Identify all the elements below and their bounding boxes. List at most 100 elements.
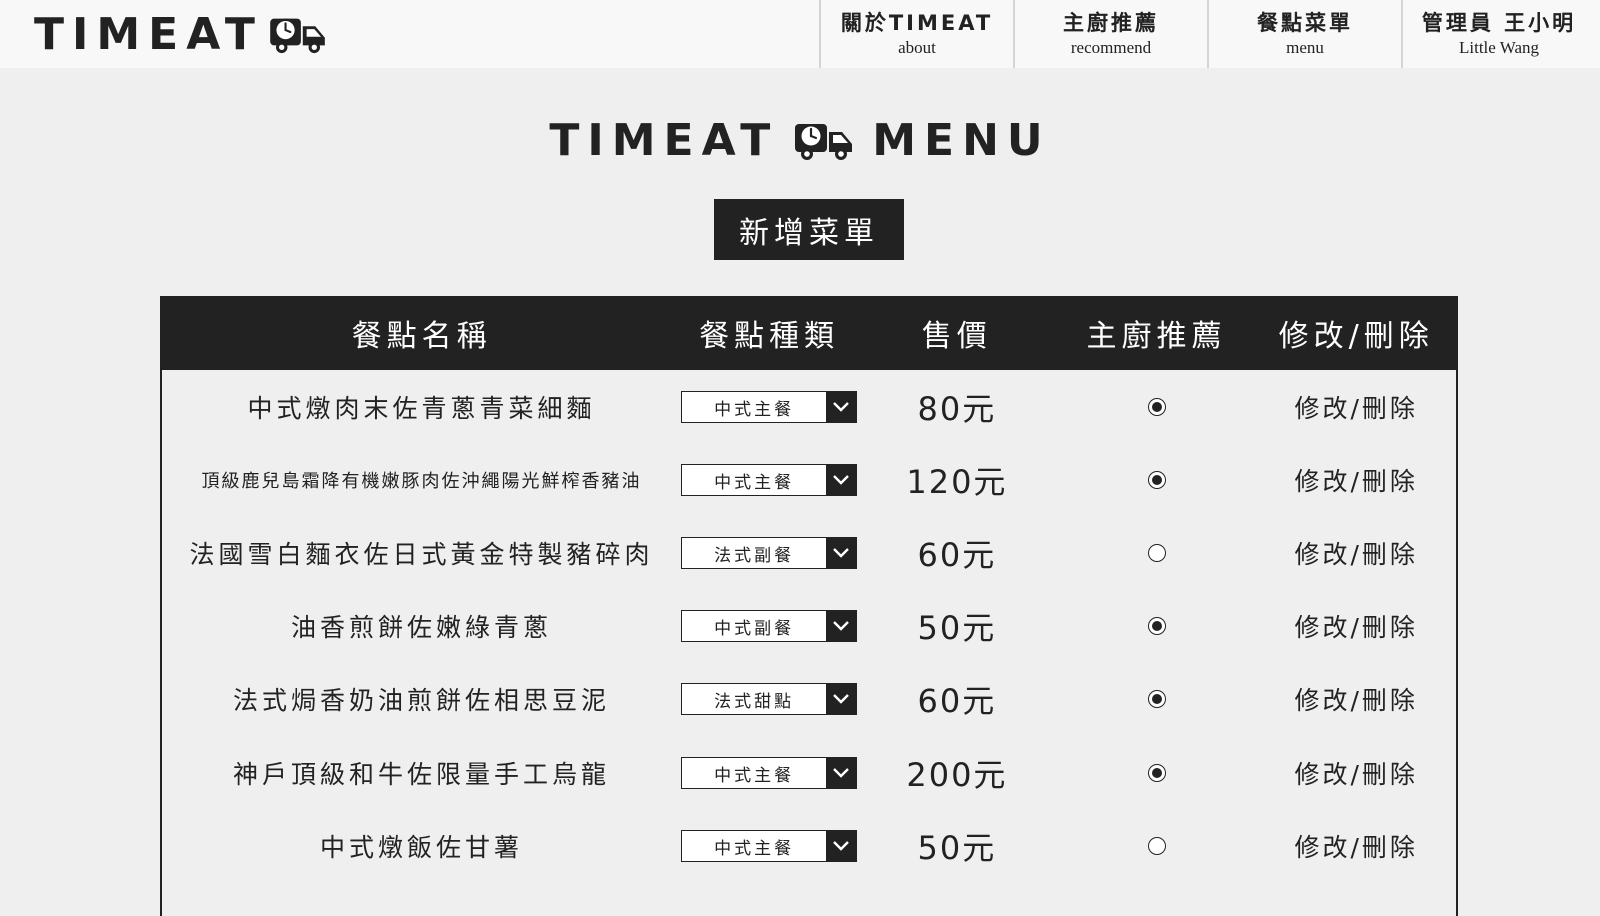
edit-delete-link[interactable]: 修改/刪除 bbox=[1294, 389, 1417, 425]
type-cell: 法式副餐 bbox=[681, 537, 858, 569]
chevron-down-icon[interactable] bbox=[826, 392, 857, 422]
nav-sublabel: menu bbox=[1286, 37, 1324, 57]
action-cell: 修改/刪除 bbox=[1256, 462, 1456, 498]
price-cell: 50元 bbox=[857, 823, 1057, 869]
nav-label: 關於TIMEAT bbox=[840, 10, 994, 35]
edit-delete-link[interactable]: 修改/刪除 bbox=[1294, 535, 1417, 571]
dish-type-select[interactable]: 中式主餐 bbox=[681, 464, 858, 496]
recommend-radio[interactable] bbox=[1147, 471, 1166, 489]
title-menu: MENU bbox=[872, 114, 1051, 166]
type-cell: 法式甜點 bbox=[681, 683, 858, 715]
name-cell: 中式燉肉末佐青蔥青菜細麵 bbox=[162, 389, 681, 425]
recommend-cell bbox=[1057, 690, 1257, 708]
edit-delete-link[interactable]: 修改/刪除 bbox=[1294, 462, 1417, 498]
dish-price: 50元 bbox=[917, 609, 997, 647]
recommend-cell bbox=[1057, 471, 1257, 489]
recommend-cell bbox=[1057, 544, 1257, 562]
name-cell: 法式焗香奶油煎餅佐相思豆泥 bbox=[162, 681, 681, 717]
dish-type-select[interactable]: 中式主餐 bbox=[681, 830, 858, 862]
type-cell: 中式副餐 bbox=[681, 610, 858, 642]
recommend-radio[interactable] bbox=[1147, 764, 1166, 782]
table-row: 法式焗香奶油煎餅佐相思豆泥 法式甜點 60元 修改/刪除 bbox=[162, 662, 1456, 736]
type-cell: 中式主餐 bbox=[681, 464, 858, 496]
header-recommend: 主廚推薦 bbox=[1086, 319, 1227, 354]
recommend-radio[interactable] bbox=[1147, 544, 1166, 562]
page-title: TIMEAT MENU bbox=[0, 108, 1600, 172]
dish-type-select[interactable]: 法式副餐 bbox=[681, 537, 858, 569]
recommend-radio[interactable] bbox=[1147, 837, 1166, 855]
edit-delete-link[interactable]: 修改/刪除 bbox=[1294, 681, 1417, 717]
dish-name: 油香煎餅佐嫩綠青蔥 bbox=[291, 613, 553, 642]
recommend-radio[interactable] bbox=[1147, 617, 1166, 635]
dish-price: 200元 bbox=[906, 756, 1008, 794]
dish-type-select[interactable]: 中式副餐 bbox=[681, 610, 858, 642]
header-name: 餐點名稱 bbox=[351, 319, 492, 354]
price-cell: 120元 bbox=[857, 457, 1057, 503]
chevron-down-icon[interactable] bbox=[826, 611, 857, 641]
table-row: 中式燉肉末佐青蔥青菜細麵 中式主餐 80元 修改/刪除 bbox=[162, 370, 1456, 444]
nav-item-admin[interactable]: 管理員 王小明 Little Wang bbox=[1401, 0, 1595, 68]
recommend-cell bbox=[1057, 398, 1257, 416]
edit-delete-link[interactable]: 修改/刪除 bbox=[1294, 608, 1417, 644]
edit-delete-link[interactable]: 修改/刪除 bbox=[1294, 755, 1417, 791]
recommend-radio[interactable] bbox=[1147, 398, 1166, 416]
nav-label: 管理員 王小明 bbox=[1421, 10, 1577, 35]
table-row: 中式燉飯佐甘薯 中式主餐 50元 修改/刪除 bbox=[162, 809, 1456, 883]
brand-logo[interactable]: TIMEAT bbox=[34, 6, 327, 62]
dish-type-value: 中式副餐 bbox=[714, 618, 795, 639]
dish-type-select[interactable]: 法式甜點 bbox=[681, 683, 858, 715]
dish-type-value: 中式主餐 bbox=[714, 399, 795, 420]
nav-label: 主廚推薦 bbox=[1063, 10, 1159, 35]
dish-price: 60元 bbox=[917, 682, 997, 720]
chevron-down-icon[interactable] bbox=[826, 538, 857, 568]
dish-price: 80元 bbox=[917, 390, 997, 428]
table-row: 油香煎餅佐嫩綠青蔥 中式副餐 50元 修改/刪除 bbox=[162, 589, 1456, 663]
name-cell: 油香煎餅佐嫩綠青蔥 bbox=[162, 608, 681, 644]
price-cell: 60元 bbox=[857, 676, 1057, 722]
dish-name: 神戶頂級和牛佐限量手工烏龍 bbox=[233, 760, 611, 789]
name-cell: 頂級鹿兒島霜降有機嫩豚肉佐沖繩陽光鮮榨香豬油 bbox=[162, 467, 681, 493]
table-row: 頂級鹿兒島霜降有機嫩豚肉佐沖繩陽光鮮榨香豬油 中式主餐 120元 修改/刪除 bbox=[162, 443, 1456, 517]
action-cell: 修改/刪除 bbox=[1256, 389, 1456, 425]
edit-delete-link[interactable]: 修改/刪除 bbox=[1294, 828, 1417, 864]
action-cell: 修改/刪除 bbox=[1256, 535, 1456, 571]
dish-type-value: 中式主餐 bbox=[714, 838, 795, 859]
chevron-down-icon[interactable] bbox=[826, 758, 857, 788]
nav-sublabel: recommend bbox=[1070, 37, 1152, 57]
top-header: TIMEAT 關於TIMEAT about 主廚推薦 recommend 餐點菜… bbox=[0, 0, 1600, 68]
price-cell: 80元 bbox=[857, 384, 1057, 430]
chevron-down-icon[interactable] bbox=[826, 684, 857, 714]
nav-item-recommend[interactable]: 主廚推薦 recommend bbox=[1013, 0, 1207, 68]
main-nav: 關於TIMEAT about 主廚推薦 recommend 餐點菜單 menu … bbox=[819, 0, 1595, 68]
dish-type-value: 法式副餐 bbox=[714, 545, 795, 566]
dish-name: 法式焗香奶油煎餅佐相思豆泥 bbox=[233, 686, 611, 715]
nav-item-about[interactable]: 關於TIMEAT about bbox=[819, 0, 1013, 68]
dish-name: 法國雪白麵衣佐日式黃金特製豬碎肉 bbox=[189, 540, 654, 569]
action-cell: 修改/刪除 bbox=[1256, 828, 1456, 864]
menu-table: 餐點名稱 餐點種類 售價 主廚推薦 修改/刪除 中式燉肉末佐青蔥青菜細麵 中式主餐… bbox=[160, 296, 1458, 916]
type-cell: 中式主餐 bbox=[681, 830, 858, 862]
chevron-down-icon[interactable] bbox=[826, 831, 857, 861]
nav-item-menu[interactable]: 餐點菜單 menu bbox=[1207, 0, 1401, 68]
action-cell: 修改/刪除 bbox=[1256, 608, 1456, 644]
table-row: 神戶頂級和牛佐限量手工烏龍 中式主餐 200元 修改/刪除 bbox=[162, 736, 1456, 810]
name-cell: 法國雪白麵衣佐日式黃金特製豬碎肉 bbox=[162, 535, 681, 571]
action-cell: 修改/刪除 bbox=[1256, 681, 1456, 717]
dish-price: 50元 bbox=[917, 829, 997, 867]
header-price: 售價 bbox=[921, 319, 992, 354]
recommend-cell bbox=[1057, 837, 1257, 855]
header-type: 餐點種類 bbox=[699, 319, 840, 354]
recommend-cell bbox=[1057, 617, 1257, 635]
dish-type-select[interactable]: 中式主餐 bbox=[681, 391, 858, 423]
dish-price: 120元 bbox=[906, 463, 1008, 501]
dish-type-select[interactable]: 中式主餐 bbox=[681, 757, 858, 789]
chevron-down-icon[interactable] bbox=[826, 465, 857, 495]
dish-price: 60元 bbox=[917, 536, 997, 574]
recommend-radio[interactable] bbox=[1147, 690, 1166, 708]
price-cell: 200元 bbox=[857, 750, 1057, 796]
logo-text: TIMEAT bbox=[34, 8, 263, 60]
add-menu-button[interactable]: 新增菜單 bbox=[714, 199, 904, 260]
type-cell: 中式主餐 bbox=[681, 391, 858, 423]
dish-name: 中式燉飯佐甘薯 bbox=[320, 833, 524, 862]
name-cell: 中式燉飯佐甘薯 bbox=[162, 828, 681, 864]
